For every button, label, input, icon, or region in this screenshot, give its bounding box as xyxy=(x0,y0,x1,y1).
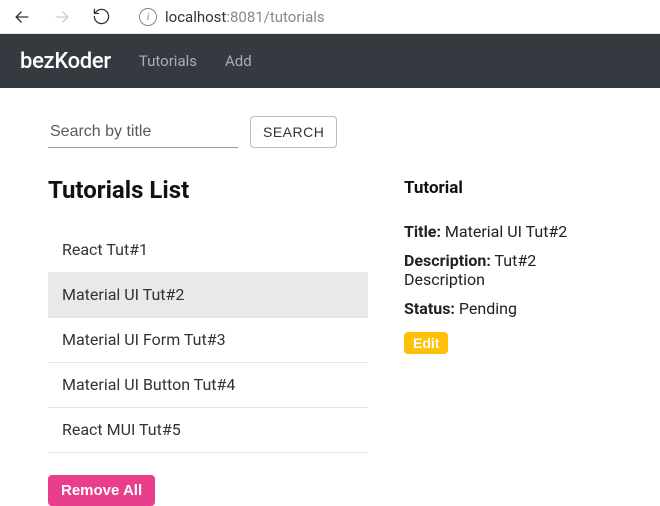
list-item[interactable]: Material UI Button Tut#4 xyxy=(48,363,368,408)
detail-panel: Tutorial Title: Material UI Tut#2 Descri… xyxy=(404,176,612,506)
site-info-icon[interactable]: i xyxy=(139,8,157,26)
detail-title-value: Material UI Tut#2 xyxy=(445,222,567,241)
search-row: SEARCH xyxy=(48,116,612,148)
nav-link-tutorials[interactable]: Tutorials xyxy=(139,52,197,70)
tutorial-list: React Tut#1 Material UI Tut#2 Material U… xyxy=(48,228,368,453)
edit-button[interactable]: Edit xyxy=(404,332,448,354)
detail-heading: Tutorial xyxy=(404,178,612,198)
search-button[interactable]: SEARCH xyxy=(250,116,337,148)
app-navbar: bezKoder Tutorials Add xyxy=(0,34,660,88)
back-icon[interactable] xyxy=(12,7,32,27)
nav-link-add[interactable]: Add xyxy=(225,52,252,70)
detail-description-row: Description: Tut#2 Description xyxy=(404,251,612,289)
list-panel: Tutorials List React Tut#1 Material UI T… xyxy=(48,176,368,506)
forward-icon xyxy=(52,7,72,27)
detail-description-label: Description: xyxy=(404,251,491,270)
list-heading: Tutorials List xyxy=(48,176,368,204)
list-item[interactable]: Material UI Form Tut#3 xyxy=(48,318,368,363)
main-container: SEARCH Tutorials List React Tut#1 Materi… xyxy=(0,88,660,506)
url-text: localhost:8081/tutorials xyxy=(165,8,325,26)
address-bar[interactable]: i localhost:8081/tutorials xyxy=(139,8,325,26)
list-item[interactable]: React MUI Tut#5 xyxy=(48,408,368,453)
browser-toolbar: i localhost:8081/tutorials xyxy=(0,0,660,34)
detail-title-row: Title: Material UI Tut#2 xyxy=(404,222,612,241)
reload-icon[interactable] xyxy=(92,7,111,26)
brand-logo[interactable]: bezKoder xyxy=(20,49,111,74)
detail-title-label: Title: xyxy=(404,222,441,241)
content-columns: Tutorials List React Tut#1 Material UI T… xyxy=(48,176,612,506)
list-item[interactable]: React Tut#1 xyxy=(48,228,368,273)
detail-status-value: Pending xyxy=(459,299,517,318)
url-host: localhost xyxy=(165,8,226,26)
browser-nav-icons xyxy=(12,7,111,27)
list-item[interactable]: Material UI Tut#2 xyxy=(48,273,368,318)
detail-status-row: Status: Pending xyxy=(404,299,612,318)
search-input[interactable] xyxy=(48,117,238,148)
detail-status-label: Status: xyxy=(404,299,455,318)
url-path: :8081/tutorials xyxy=(226,8,324,26)
remove-all-button[interactable]: Remove All xyxy=(48,475,155,506)
